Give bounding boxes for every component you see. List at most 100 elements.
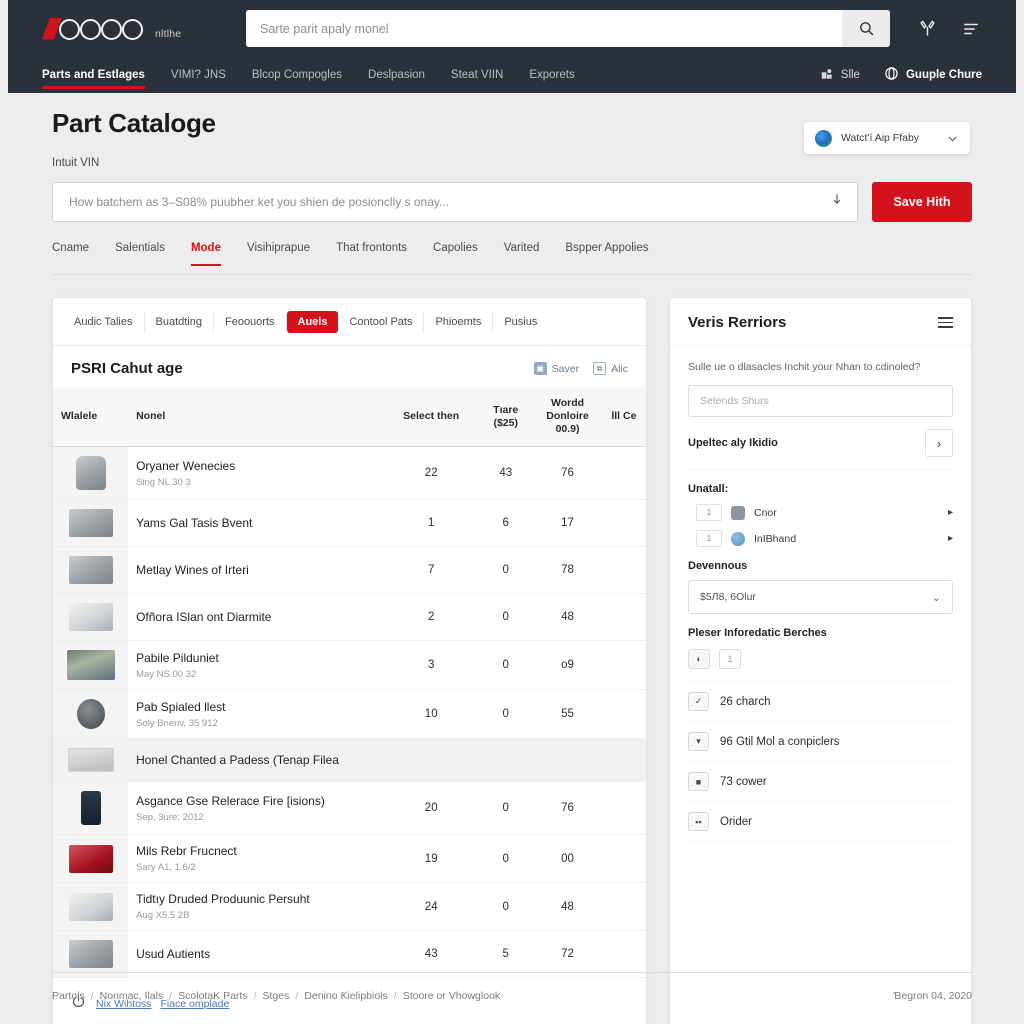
vin-input-wrap[interactable] — [52, 182, 858, 222]
save-action-button[interactable]: ▣ Saver — [533, 362, 579, 375]
list-item-cower[interactable]: ■ 73 cower — [688, 762, 953, 803]
table-row[interactable]: Usud Autients 43 5 72 — [53, 930, 646, 979]
subtab-auels[interactable]: Auels — [286, 310, 339, 333]
breadcrumb-item[interactable]: Denino Ƙielipbiols — [304, 990, 387, 1002]
row-wordd-cell: 00 — [533, 834, 602, 884]
subtab-phioemts[interactable]: Phioemts — [424, 310, 494, 333]
nav-item-vin[interactable]: VIMI? JNS — [171, 59, 226, 92]
tab-visihiprapue[interactable]: Visihiprapue — [247, 242, 310, 266]
main-navigation: Parts and Estlages VIMI? JNS Blcop Compo… — [8, 57, 1016, 93]
row-select-cell: 2 — [384, 593, 479, 642]
subtab-pusius[interactable]: Pusius — [493, 311, 548, 333]
copy-action-button[interactable]: ⧉ Alic — [593, 362, 628, 375]
list-item-charch[interactable]: ✓ 26 charch — [688, 682, 953, 723]
contrast-icon[interactable]: ◐ — [688, 649, 710, 670]
topbar-icon-group — [916, 18, 982, 40]
breadcrumb-item[interactable]: Partols — [52, 990, 85, 1002]
devennous-select[interactable]: $5Л8, 6Olur ⌄ — [688, 580, 953, 615]
nav-account-button[interactable]: Slle — [820, 67, 860, 84]
nav-item-parts[interactable]: Parts and Estlages — [42, 59, 145, 92]
nav-item-steat-vin[interactable]: Steat VIIN — [451, 59, 503, 92]
nav-item-exports[interactable]: Exporets — [529, 59, 574, 92]
breadcrumb-item[interactable]: Stges — [263, 990, 290, 1002]
install-item-cnor[interactable]: 1 Cnor ▸ — [688, 504, 953, 522]
install-item-inibhand[interactable]: 1 InIBhand ▸ — [688, 530, 953, 548]
tab-capolies[interactable]: Capolies — [433, 242, 478, 266]
row-lllce-cell — [601, 834, 646, 884]
breadcrumb-item[interactable]: Stoore or Vhowglook — [403, 990, 500, 1002]
chevron-right-icon[interactable]: › — [925, 429, 953, 458]
install-item-count: 1 — [696, 530, 722, 548]
subtab-contool-pats[interactable]: Contool Pats — [338, 310, 425, 333]
table-row[interactable]: Tidtıy Druded Produunic Persuht Aug X5.5 … — [53, 882, 646, 932]
table-row[interactable]: Pab Spialed llest Soly Bnenv, 35 912 10 0 55 — [53, 689, 646, 740]
brand-logo[interactable]: nltlhe — [42, 16, 242, 42]
tab-that-frontonts[interactable]: That frontonts — [336, 242, 407, 266]
row-title: Mils Rebr Frucnect — [136, 844, 237, 859]
catalog-card-header: PSRI Cahut age ▣ Saver ⧉ Alic — [53, 346, 646, 387]
tab-salentials[interactable]: Salentials — [115, 242, 165, 266]
nav-item-companies[interactable]: Blcop Compogles — [252, 59, 342, 92]
tab-mode[interactable]: Mode — [190, 242, 222, 266]
count-badge[interactable]: 1 — [719, 649, 741, 670]
subtab-feoouorts[interactable]: Feoouorts — [214, 310, 287, 333]
row-tiare-cell: 0 — [478, 640, 534, 691]
tab-bspper-appolies[interactable]: Bspper Appolies — [565, 242, 648, 266]
update-row-button[interactable]: Upeltec aly Ikidio › — [688, 429, 953, 471]
chevron-right-icon[interactable]: ▸ — [948, 507, 953, 518]
col-header-thumb[interactable]: Wlalele — [53, 387, 129, 448]
list-menu-icon[interactable] — [960, 18, 982, 40]
row-title: Honel Chanted a Padess (Tenap Filea — [136, 752, 339, 767]
row-title: Yams Gal Tasis Bvent — [136, 515, 253, 530]
col-header-tiare[interactable]: Tıare ($25) — [478, 387, 534, 448]
row-wordd-cell: 17 — [533, 499, 602, 548]
tab-cname[interactable]: Cname — [52, 242, 89, 266]
row-thumbnail-image — [68, 892, 113, 921]
vin-search-row: Save Hith — [52, 182, 972, 222]
table-row[interactable]: Asgance Gse Relerace Fire [isions) Sep, 3… — [53, 781, 646, 836]
wrench-icon[interactable] — [916, 18, 938, 40]
account-selector[interactable]: Watct'í Aip Ffaby — [804, 122, 970, 154]
breadcrumb-item[interactable]: ScolotaK Parts — [178, 990, 247, 1002]
parts-table: Wlalele Nonel Select then Tıare ($25) Wo… — [53, 387, 646, 979]
row-name-cell: Tidtıy Druded Produunic Persuht Aug X5.5 … — [128, 882, 385, 932]
col-header-wordd[interactable]: Wordd Donloire 00.9) — [533, 387, 602, 448]
breadcrumb: Partols / Nonmac, Ilals / ScolotaK Parts / Stg… — [52, 990, 500, 1002]
mic-download-icon[interactable] — [830, 192, 844, 213]
row-wordd-cell: 55 — [533, 689, 602, 740]
gear-icon — [731, 505, 745, 520]
row-select-cell: 22 — [384, 446, 479, 501]
list-item-orider[interactable]: ▪▪ Orider — [688, 802, 953, 843]
table-row[interactable]: Pabile Pilduniet May NS.00 32 3 0 ᴏ9 — [53, 640, 646, 691]
right-panel-input[interactable] — [688, 385, 953, 418]
table-row[interactable]: Oryaner Wenecies Sing NL 30 3 22 43 76 — [53, 446, 646, 501]
inbox-icon: ▾ — [688, 732, 709, 752]
chevron-right-icon[interactable]: ▸ — [948, 533, 953, 544]
col-header-select[interactable]: Select then — [384, 387, 479, 448]
save-button[interactable]: Save Hith — [872, 182, 972, 222]
search-input[interactable] — [246, 10, 842, 47]
table-row[interactable]: Mils Rebr Frucnect Sary A1, 1.6/2 19 0 00 — [53, 834, 646, 884]
list-item-conpiclers[interactable]: ▾ 96 Gtil Mol a conpiclers — [688, 722, 953, 763]
hamburger-icon[interactable] — [938, 317, 953, 328]
vin-input[interactable] — [69, 195, 819, 209]
subtab-buatdting[interactable]: Buatdting — [145, 310, 214, 333]
nav-globe-button[interactable]: Guuple Chure — [884, 66, 982, 84]
audi-rings-icon — [42, 16, 150, 42]
row-tiare-cell: 0 — [478, 593, 534, 642]
table-group-row[interactable]: Honel Chanted a Padess (Tenap Filea — [53, 738, 646, 783]
row-thumbnail-cell — [53, 546, 129, 595]
badges-row: ◐ 1 — [688, 649, 953, 683]
row-title: Tidtıy Druded Produunic Persuht — [136, 892, 310, 907]
nav-item-description[interactable]: Deslpasion — [368, 59, 425, 92]
subtab-audic-talies[interactable]: Audic Talies — [63, 310, 145, 333]
col-header-name[interactable]: Nonel — [128, 387, 385, 448]
search-icon[interactable] — [842, 10, 890, 47]
table-row[interactable]: Ofñora ISlan ont Diarmite 2 0 48 — [53, 593, 646, 642]
global-search[interactable] — [246, 10, 890, 47]
breadcrumb-item[interactable]: Nonmac, Ilals — [100, 990, 164, 1002]
table-row[interactable]: Metlay Wines of Irteri 7 0 78 — [53, 546, 646, 595]
table-row[interactable]: Yams Gal Tasis Bvent 1 6 17 — [53, 499, 646, 548]
col-header-lll-ce[interactable]: lll Ce — [601, 387, 646, 448]
tab-varited[interactable]: Varited — [504, 242, 540, 266]
